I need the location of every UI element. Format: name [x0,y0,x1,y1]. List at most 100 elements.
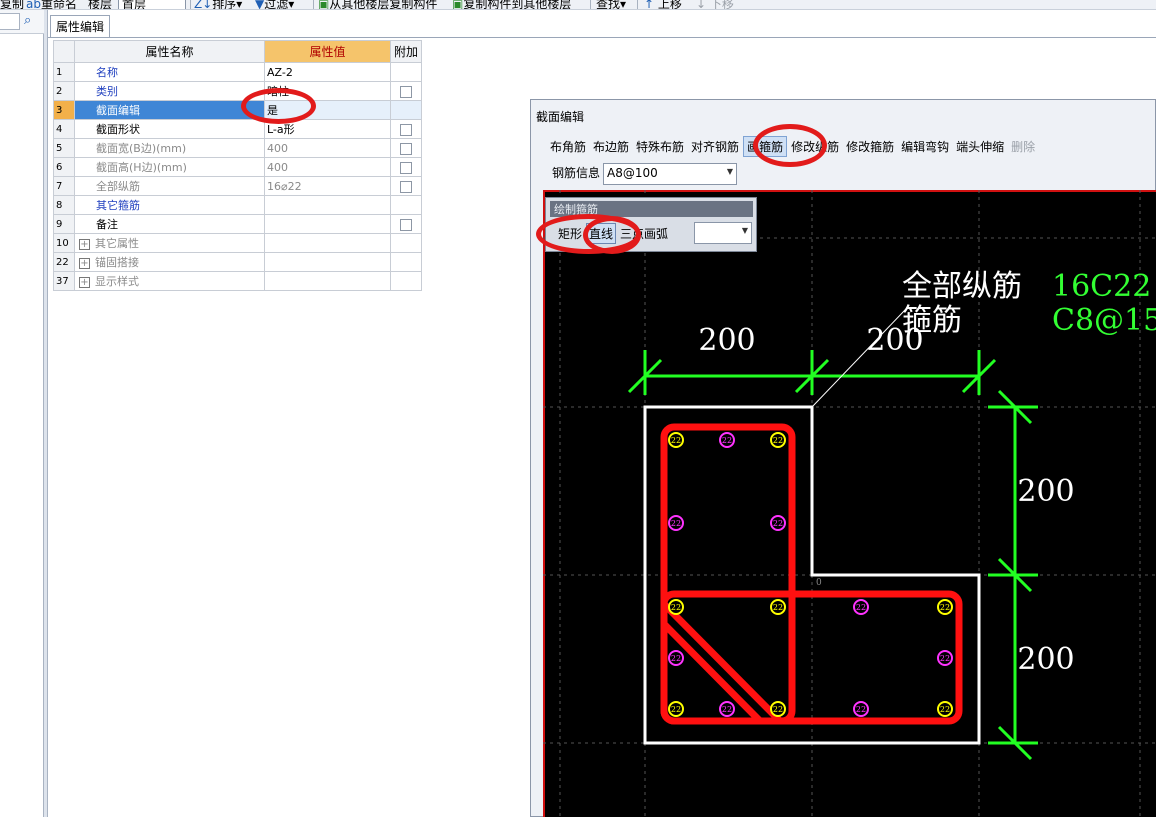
property-value-cell[interactable]: 16⌀22 [264,176,391,196]
extra-checkbox[interactable] [400,85,412,98]
palette-button[interactable]: 三点画弧 [618,224,670,243]
table-row[interactable]: 9 备注 [53,214,422,234]
property-name-cell[interactable]: 截面编辑 [74,100,265,120]
property-name-cell[interactable]: 截面高(H边)(mm) [74,157,265,177]
copy-from-floor-button[interactable]: ▣从其他楼层复制构件 [318,0,437,9]
property-value-cell[interactable] [264,271,391,291]
copy-to-floor-button[interactable]: ▣复制构件到其他楼层 [452,0,571,9]
table-row[interactable]: 5 截面宽(B边)(mm) 400 [53,138,422,158]
property-extra-cell [390,271,422,291]
property-value-cell[interactable] [264,252,391,272]
tool-button[interactable]: 画箍筋 [743,136,788,157]
stirrup-vertical[interactable] [660,423,796,725]
property-value-cell[interactable]: L-a形 [264,119,391,139]
table-row[interactable]: 37 + 显示样式 [53,271,422,291]
property-name-cell[interactable]: + 锚固搭接 [74,252,265,272]
extra-checkbox[interactable] [400,161,412,174]
property-name-cell[interactable]: 截面形状 [74,119,265,139]
property-name-cell[interactable]: 其它箍筋 [74,195,265,215]
edge-rebar[interactable]: 22 [853,701,869,717]
palette-title[interactable]: 绘制箍筋 [550,201,753,217]
tool-button[interactable]: 端头伸缩 [953,137,1007,156]
table-row[interactable]: 1 名称 AZ-2 [53,62,422,82]
tool-button[interactable]: 修改纵筋 [788,137,842,156]
property-name-cell[interactable]: + 显示样式 [74,271,265,291]
property-name-cell[interactable]: + 其它属性 [74,233,265,253]
section-drawing: 200 200 200 200 全部纵筋 16C22 箍筋 C8@150 0 2… [543,190,1156,817]
property-value-cell[interactable]: 400 [264,157,391,177]
property-value-cell[interactable]: 是 [264,100,391,120]
column-header-value[interactable]: 属性值 [264,40,391,63]
edge-rebar[interactable]: 22 [719,432,735,448]
edge-rebar[interactable]: 22 [853,599,869,615]
table-row[interactable]: 8 其它箍筋 [53,195,422,215]
dimension-top-left: 200 [698,323,755,358]
edge-rebar[interactable]: 22 [668,515,684,531]
table-row[interactable]: 10 + 其它属性 [53,233,422,253]
edge-rebar[interactable]: 22 [719,701,735,717]
corner-rebar[interactable]: 22 [668,599,684,615]
table-row[interactable]: 4 截面形状 L-a形 [53,119,422,139]
filter-button[interactable]: ▼过滤▾ [255,0,294,9]
property-name-cell[interactable]: 备注 [74,214,265,234]
property-value-cell[interactable] [264,195,391,215]
sort-button[interactable]: Z↓排序▾ [194,0,242,9]
table-row[interactable]: 7 全部纵筋 16⌀22 [53,176,422,196]
property-name-cell[interactable]: 截面宽(B边)(mm) [74,138,265,158]
tool-button[interactable]: 布边筋 [590,137,632,156]
property-value-cell[interactable]: 400 [264,138,391,158]
palette-button[interactable]: 矩形 [556,224,584,243]
section-outline[interactable] [643,405,981,745]
column-header-name[interactable]: 属性名称 [74,40,265,63]
extra-checkbox[interactable] [400,123,412,136]
find-button[interactable]: 查找▾ [596,0,626,9]
corner-rebar[interactable]: 22 [937,599,953,615]
property-name-cell[interactable]: 全部纵筋 [74,176,265,196]
edge-rebar[interactable]: 22 [937,650,953,666]
edge-rebar[interactable]: 22 [668,650,684,666]
extra-checkbox[interactable] [400,218,412,231]
corner-rebar[interactable]: 22 [937,701,953,717]
corner-rebar[interactable]: 22 [668,701,684,717]
property-value-cell[interactable] [264,233,391,253]
corner-rebar[interactable]: 22 [770,432,786,448]
section-canvas[interactable]: 200 200 200 200 全部纵筋 16C22 箍筋 C8@150 0 2… [543,190,1156,817]
rebar-info-select[interactable]: A8@100 ▼ [603,163,737,185]
extra-checkbox[interactable] [400,180,412,193]
edge-rebar[interactable]: 22 [770,515,786,531]
table-row[interactable]: 6 截面高(H边)(mm) 400 [53,157,422,177]
corner-rebar[interactable]: 22 [770,701,786,717]
panel-splitter[interactable] [44,10,48,817]
expand-icon[interactable]: + [79,276,90,288]
table-row[interactable]: 3 截面编辑是 [53,100,422,120]
table-row[interactable]: 22 + 锚固搭接 [53,252,422,272]
property-value-cell[interactable]: 暗柱 [264,81,391,101]
column-header-extra[interactable]: 附加 [390,40,422,63]
property-name-cell[interactable]: 类别 [74,81,265,101]
expand-icon[interactable]: + [79,238,90,250]
copy-button[interactable]: 复制 [0,0,24,9]
expand-icon[interactable]: + [79,257,90,269]
property-value-cell[interactable] [264,214,391,234]
search-icon[interactable]: ⌕ [24,13,31,28]
tool-button[interactable]: 编辑弯钩 [898,137,952,156]
tool-button[interactable]: 特殊布筋 [633,137,687,156]
corner-rebar[interactable]: 22 [770,599,786,615]
property-value-cell[interactable]: AZ-2 [264,62,391,82]
tool-button[interactable]: 对齐钢筋 [688,137,742,156]
tool-button[interactable]: 删除 [1008,137,1038,156]
move-down-button[interactable]: ↓ 下移 [696,0,734,9]
property-name-cell[interactable]: 名称 [74,62,265,82]
search-input[interactable] [0,13,20,30]
table-row[interactable]: 2 类别 暗柱 [53,81,422,101]
tab-property-edit[interactable]: 属性编辑 [50,15,111,37]
tool-button[interactable]: 布角筋 [547,137,589,156]
tool-button[interactable]: 修改箍筋 [843,137,897,156]
palette-button[interactable]: 直线 [586,223,617,244]
floor-select[interactable]: 首层 [118,0,186,9]
rename-button[interactable]: ab重命名 [26,0,77,9]
extra-checkbox[interactable] [400,142,412,155]
corner-rebar[interactable]: 22 [668,432,684,448]
palette-select[interactable]: ▼ [694,222,752,244]
move-up-button[interactable]: ↑ 上移 [644,0,682,9]
